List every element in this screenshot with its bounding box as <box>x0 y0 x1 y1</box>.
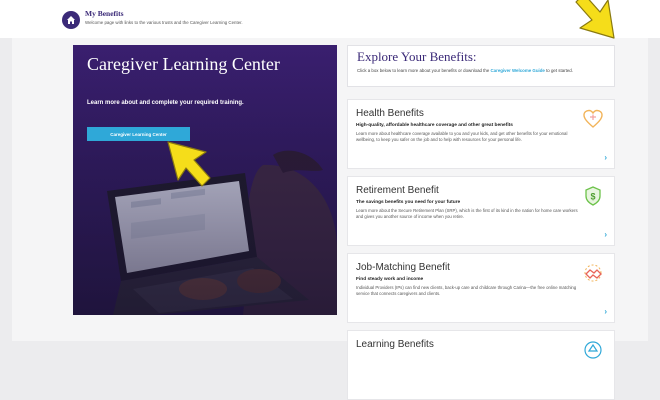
caregiver-welcome-guide-link[interactable]: Caregiver Welcome Guide <box>491 68 545 73</box>
card-description: Learn more about the Secure Retirement P… <box>356 208 578 219</box>
svg-text:$: $ <box>590 192 595 202</box>
health-benefits-card[interactable]: Health Benefits High-quality, affordable… <box>347 99 615 169</box>
card-tagline: Find steady work and income <box>356 277 424 282</box>
explore-title: Explore Your Benefits: <box>357 49 477 64</box>
chevron-right-icon[interactable]: › <box>604 230 607 239</box>
hero-title: Caregiver Learning Center <box>87 54 280 74</box>
chevron-right-icon[interactable]: › <box>604 153 607 162</box>
explore-description: Click a box below to learn more about yo… <box>357 68 607 74</box>
card-description: Individual Providers (IPs) can find new … <box>356 285 577 296</box>
hero-subtitle: Learn more about and complete your requi… <box>87 100 244 106</box>
explore-desc-prefix: Click a box below to learn more about yo… <box>357 68 491 73</box>
page-title: My Benefits <box>85 9 124 18</box>
job-matching-benefit-card[interactable]: Job-Matching Benefit Find steady work an… <box>347 253 615 323</box>
card-description: Learn more about healthcare coverage ava… <box>356 131 568 142</box>
top-bar: My Benefits Welcome page with links to t… <box>0 0 660 38</box>
page-subtitle: Welcome page with links to the various t… <box>85 20 243 25</box>
card-tagline: High-quality, affordable healthcare cove… <box>356 123 513 128</box>
explore-desc-suffix: to get started. <box>544 68 573 73</box>
chevron-right-icon[interactable]: › <box>604 307 607 316</box>
card-title: Job-Matching Benefit <box>356 262 450 273</box>
retirement-benefit-card[interactable]: Retirement Benefit The savings benefits … <box>347 176 615 246</box>
pointer-arrow-icon <box>575 0 615 39</box>
heart-icon <box>583 109 603 128</box>
pointer-arrow-icon <box>167 141 211 187</box>
home-icon[interactable] <box>62 11 80 29</box>
shield-dollar-icon: $ <box>585 186 601 206</box>
explore-benefits-box: Explore Your Benefits: Click a box below… <box>347 45 615 87</box>
handshake-icon <box>584 264 602 282</box>
learning-icon <box>584 341 602 359</box>
card-tagline: The savings benefits you need for your f… <box>356 200 461 205</box>
card-title: Retirement Benefit <box>356 185 439 196</box>
card-title: Health Benefits <box>356 108 424 119</box>
